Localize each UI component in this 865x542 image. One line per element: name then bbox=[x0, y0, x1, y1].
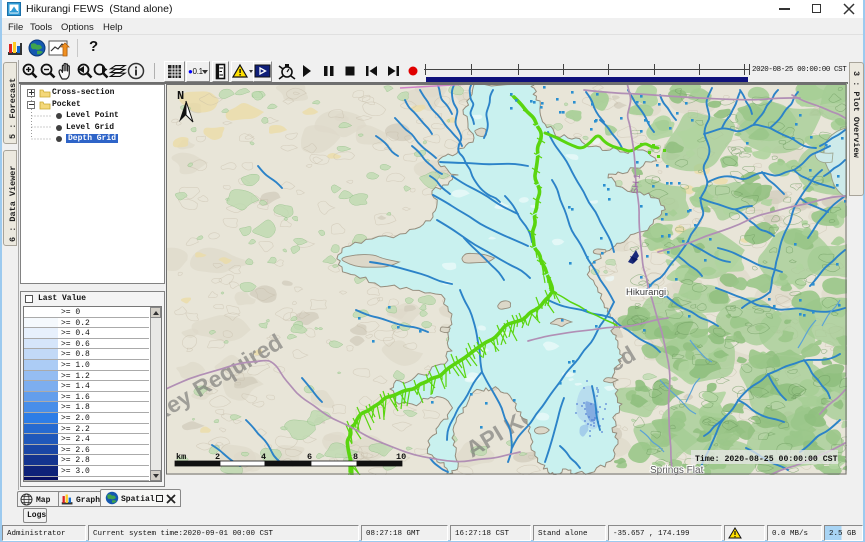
svg-text:4: 4 bbox=[261, 452, 266, 462]
svg-text:3 : Plot Overview: 3 : Plot Overview bbox=[851, 71, 861, 159]
svg-text:2: 2 bbox=[215, 452, 220, 462]
svg-text:km: km bbox=[176, 452, 186, 462]
svg-text:N: N bbox=[177, 89, 184, 103]
svg-text:10: 10 bbox=[396, 452, 406, 462]
svg-text:Hikurangi: Hikurangi bbox=[626, 287, 666, 298]
svg-text:6: 6 bbox=[307, 452, 312, 462]
svg-text:Time: 2020-08-25 00:00:00 CST: Time: 2020-08-25 00:00:00 CST bbox=[695, 454, 838, 464]
svg-text:8: 8 bbox=[353, 452, 358, 462]
